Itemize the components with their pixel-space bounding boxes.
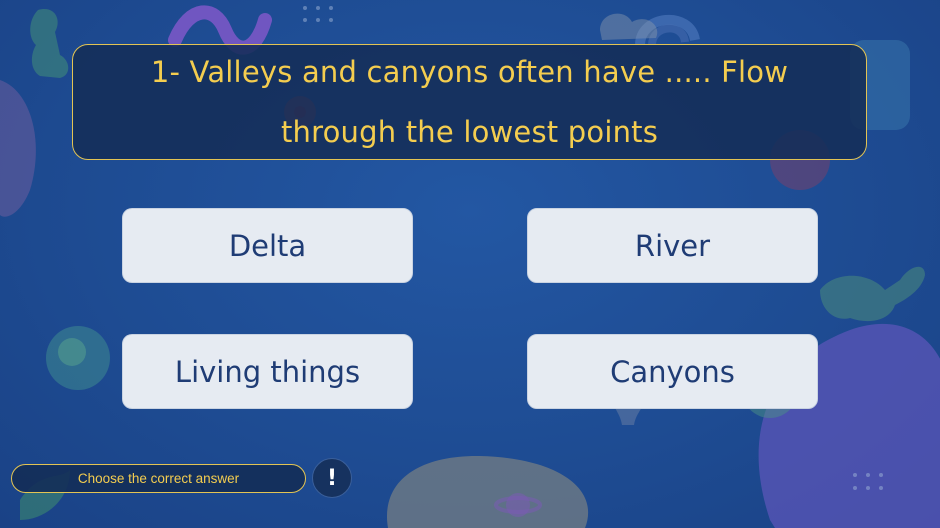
answer-button-living-things[interactable]: Living things — [122, 334, 413, 409]
question-text: 1- Valleys and canyons often have ..... … — [150, 55, 789, 149]
dino-right-decoration — [820, 266, 925, 322]
pink-blob-decoration — [0, 80, 36, 217]
question-panel: 1- Valleys and canyons often have ..... … — [72, 44, 867, 160]
instruction-label: Choose the correct answer — [11, 464, 306, 493]
quiz-stage: 1- Valleys and canyons often have ..... … — [0, 0, 940, 528]
exclamation-icon: ! — [326, 465, 338, 491]
answer-button-delta[interactable]: Delta — [122, 208, 413, 283]
answer-button-canyons[interactable]: Canyons — [527, 334, 818, 409]
cloud-decoration — [600, 13, 658, 40]
answer-button-river[interactable]: River — [527, 208, 818, 283]
gray-blob-decoration — [386, 455, 589, 528]
dino-decoration — [30, 9, 69, 79]
hint-button[interactable]: ! — [312, 458, 352, 498]
